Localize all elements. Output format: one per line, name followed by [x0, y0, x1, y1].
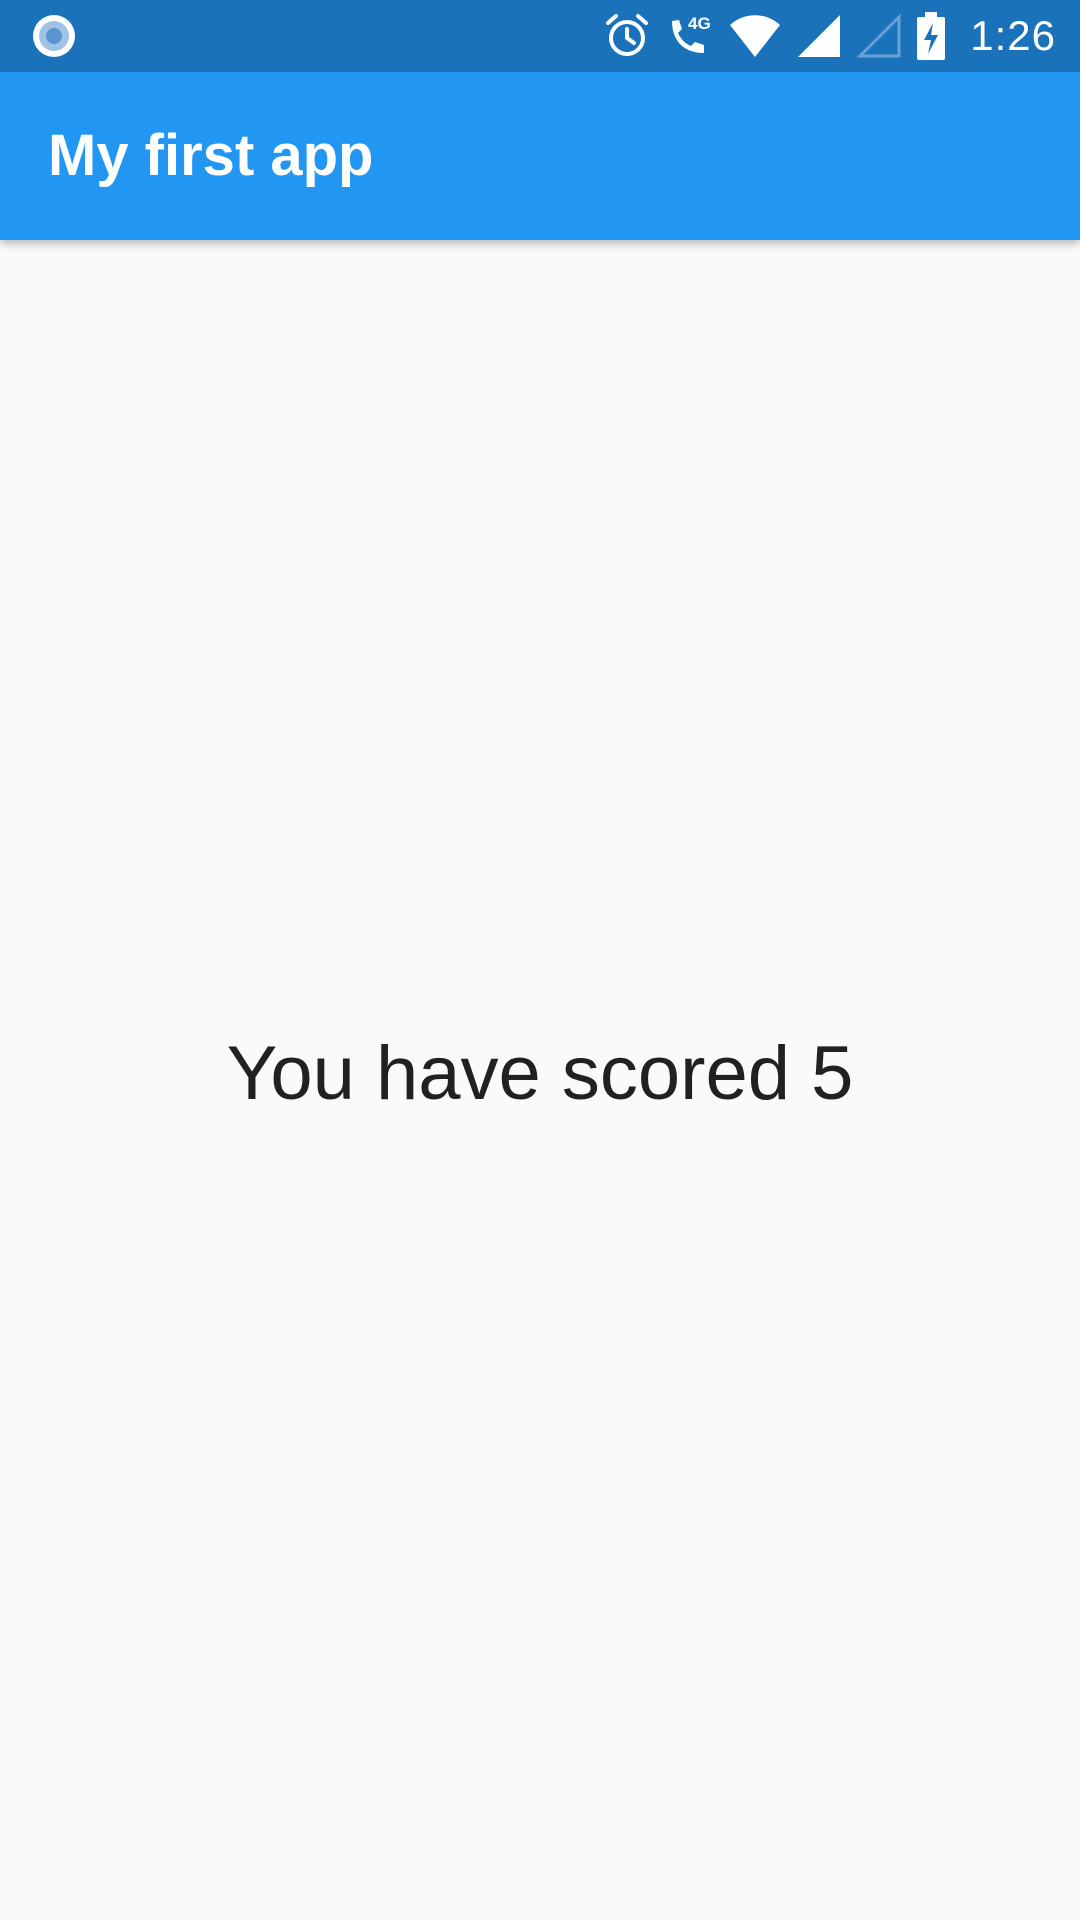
signal-full-icon — [796, 13, 842, 59]
network-badge: 4G — [688, 14, 711, 33]
signal-empty-icon — [856, 13, 902, 59]
score-text: You have scored 5 — [226, 1031, 854, 1116]
alarm-icon — [604, 13, 650, 59]
app-bar: My first app — [0, 72, 1080, 240]
battery-charging-icon — [916, 11, 946, 61]
status-bar: 4G 1:26 — [0, 0, 1080, 72]
phone-call-icon: 4G — [664, 11, 714, 61]
screen: 4G 1:26 My first app You have scored 5 — [0, 0, 1080, 1920]
status-icons: 4G 1:26 — [604, 0, 1056, 72]
wifi-icon — [728, 13, 782, 59]
app-title: My first app — [48, 123, 374, 188]
notification-dot-icon — [32, 14, 76, 58]
main-content: You have scored 5 — [0, 240, 1080, 1920]
status-time: 1:26 — [970, 12, 1056, 59]
